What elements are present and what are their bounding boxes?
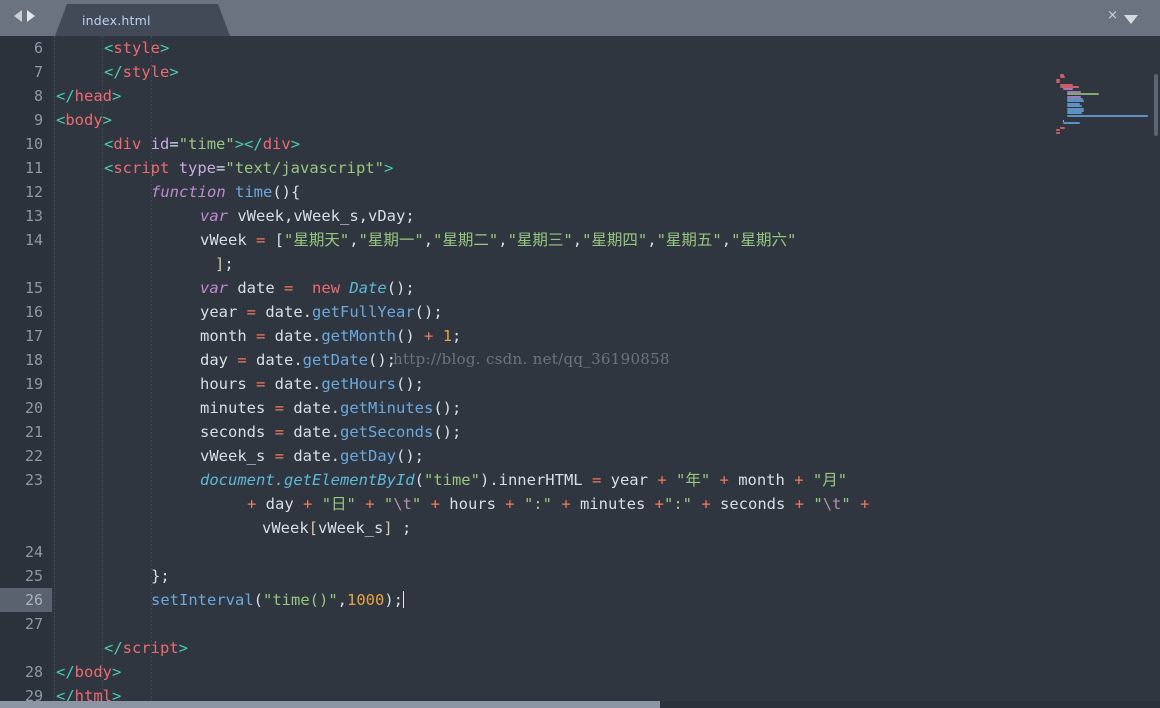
code-line: year = date.getFullYear();	[200, 303, 443, 321]
gutter-line-number[interactable]: 24	[0, 540, 52, 564]
code-line: setInterval("time()",1000);	[151, 591, 404, 609]
code-line: hours = date.getHours();	[200, 375, 424, 393]
code-line: minutes = date.getMinutes();	[200, 399, 462, 417]
gutter-line-number[interactable]: 28	[0, 660, 52, 684]
code-line-continuation: + day + "日" + "\t" + hours + ":" + minut…	[247, 495, 870, 513]
code-line: vWeek = ["星期天","星期一","星期二","星期三","星期四","…	[200, 231, 797, 249]
text-cursor	[403, 591, 404, 608]
indent-guide	[102, 36, 103, 701]
code-line: </html>	[56, 687, 122, 701]
gutter-line-number[interactable]: 14	[0, 228, 52, 252]
code-line-continuation: vWeek[vWeek_s] ;	[262, 519, 412, 537]
code-line: </style>	[104, 63, 179, 81]
minimap-scrollbar[interactable]	[1154, 74, 1158, 136]
code-line: <style>	[104, 39, 170, 57]
gutter-line-number[interactable]: 27	[0, 612, 52, 636]
gutter-line-number[interactable]: 11	[0, 156, 52, 180]
minimap-row	[1066, 114, 1148, 117]
horizontal-scrollbar[interactable]	[0, 701, 1160, 708]
triangle-right-icon[interactable]	[27, 10, 35, 22]
horizontal-scrollbar-thumb[interactable]	[0, 701, 660, 708]
gutter-blank[interactable]	[0, 636, 52, 660]
gutter-line-number[interactable]: 7	[0, 60, 52, 84]
minimap-row	[1066, 93, 1100, 96]
code-line: var vWeek,vWeek_s,vDay;	[200, 207, 415, 225]
editor-tab-index-html[interactable]: index.html	[55, 4, 230, 36]
code-line: function time(){	[151, 183, 301, 201]
gutter-line-number[interactable]: 15	[0, 276, 52, 300]
code-area[interactable]: <style> </style> </head> <body> <div id=…	[52, 36, 1160, 701]
tab-navigation-arrows[interactable]	[14, 10, 35, 22]
gutter-line-number[interactable]: 19	[0, 372, 52, 396]
gutter-line-number[interactable]: 26	[0, 588, 52, 612]
gutter-line-number[interactable]: 16	[0, 300, 52, 324]
gutter-line-number[interactable]: 25	[0, 564, 52, 588]
gutter-line-number[interactable]: 17	[0, 324, 52, 348]
gutter-line-number[interactable]: 23	[0, 468, 52, 492]
gutter-line-number[interactable]: 12	[0, 180, 52, 204]
code-line: vWeek_s = date.getDay();	[200, 447, 424, 465]
code-minimap[interactable]	[1056, 74, 1158, 136]
code-line: document.getElementById("time").innerHTM…	[200, 471, 848, 489]
code-line-continuation: ];	[215, 255, 234, 273]
gutter-blank[interactable]	[0, 516, 52, 540]
minimap-row	[1059, 126, 1066, 129]
minimap-row	[1056, 81, 1060, 84]
close-icon[interactable]: ×	[1107, 9, 1118, 23]
gutter-blank[interactable]	[0, 252, 52, 276]
chevron-down-icon[interactable]	[1124, 15, 1138, 24]
code-line: month = date.getMonth() + 1;	[200, 327, 462, 345]
code-line: <div id="time"></div>	[104, 135, 301, 153]
triangle-left-icon[interactable]	[14, 10, 22, 22]
gutter-line-number[interactable]: 10	[0, 132, 52, 156]
code-line: </script>	[104, 639, 189, 657]
gutter-line-number[interactable]: 18	[0, 348, 52, 372]
gutter-line-number[interactable]: 9	[0, 108, 52, 132]
gutter-line-number[interactable]: 8	[0, 84, 52, 108]
code-line: };	[151, 567, 170, 585]
tab-label: index.html	[82, 12, 151, 28]
minimap-row	[1056, 129, 1061, 132]
indent-guide	[54, 36, 55, 701]
minimap-row	[1063, 122, 1080, 124]
minimap-row	[1056, 131, 1061, 134]
code-line: <script type="text/javascript">	[104, 159, 394, 177]
code-line: var date = new Date();	[200, 279, 415, 297]
gutter-line-number[interactable]: 6	[0, 36, 52, 60]
line-number-gutter: 6 7 8 9 10 11 12 13 14 15 16 17 18 19 20 21 22 23 24 25 26 27…	[0, 36, 52, 705]
tab-bar: index.html ×	[0, 0, 1160, 36]
gutter-line-number[interactable]: 20	[0, 396, 52, 420]
minimap-row	[1066, 105, 1082, 108]
code-line: seconds = date.getSeconds();	[200, 423, 462, 441]
gutter-blank[interactable]	[0, 492, 52, 516]
code-line: </head>	[56, 87, 122, 105]
code-line: day = date.getDate();	[200, 351, 396, 369]
gutter-line-number[interactable]: 13	[0, 204, 52, 228]
gutter-line-number[interactable]: 21	[0, 420, 52, 444]
minimap-row	[1059, 76, 1065, 79]
code-editor-window: index.html × 6 7 8 9 10 11 12 13 14 15 16 17 18 19 20 2…	[0, 0, 1160, 708]
editor-body: 6 7 8 9 10 11 12 13 14 15 16 17 18 19 20 21 22 23 24 25 26 27…	[0, 36, 1160, 705]
code-line: </body>	[56, 663, 122, 681]
code-line: <body>	[56, 111, 113, 129]
gutter-line-number[interactable]: 22	[0, 444, 52, 468]
